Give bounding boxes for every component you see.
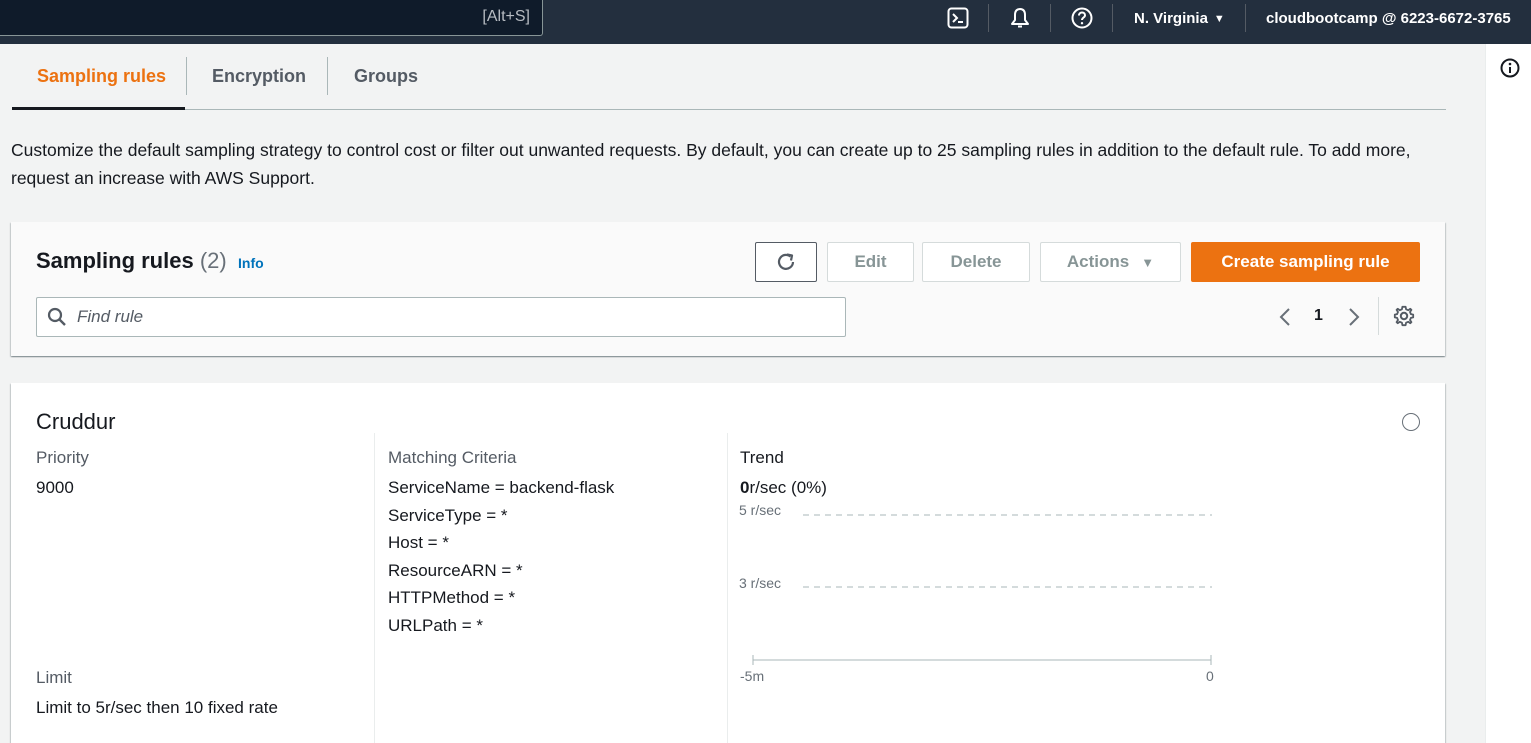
region-selector[interactable]: N. Virginia ▼ xyxy=(1134,10,1225,27)
find-rule-input[interactable] xyxy=(77,306,827,328)
trend-label: Trend xyxy=(740,448,784,467)
column-divider xyxy=(374,433,375,743)
info-link[interactable]: Info xyxy=(238,255,264,271)
region-label: N. Virginia xyxy=(1134,10,1208,27)
cloudshell-icon[interactable] xyxy=(946,6,970,30)
nav-divider xyxy=(1245,4,1246,32)
rule-card: Cruddur Priority 9000 Limit Limit to 5r/… xyxy=(11,383,1445,743)
delete-button[interactable]: Delete xyxy=(922,242,1030,282)
priority-value: 9000 xyxy=(36,478,74,497)
y-tick-label: 3 r/sec xyxy=(739,575,781,591)
limit-label: Limit xyxy=(36,668,72,687)
pager-divider xyxy=(1378,297,1379,335)
criteria-label: Matching Criteria xyxy=(388,448,517,467)
tools-panel xyxy=(1485,44,1531,743)
search-icon xyxy=(47,307,66,326)
x-tick-label: -5m xyxy=(740,668,764,684)
trend-value: 0r/sec (0%) xyxy=(740,478,827,498)
info-icon[interactable] xyxy=(1500,58,1520,78)
tab-encryption[interactable]: Encryption xyxy=(212,66,306,87)
criteria-item: Host = * xyxy=(388,533,449,552)
gear-icon[interactable] xyxy=(1393,305,1415,327)
caret-down-icon: ▼ xyxy=(1141,254,1155,270)
title-text: Sampling rules xyxy=(36,248,194,273)
chevron-left-icon[interactable] xyxy=(1277,306,1293,328)
limit-value: Limit to 5r/sec then 10 fixed rate xyxy=(36,698,278,717)
tab-divider xyxy=(327,57,328,95)
criteria-item: ResourceARN = * xyxy=(388,561,523,580)
edit-button[interactable]: Edit xyxy=(827,242,914,282)
tab-groups[interactable]: Groups xyxy=(354,66,418,87)
criteria-item: URLPath = * xyxy=(388,616,483,635)
criteria-item: HTTPMethod = * xyxy=(388,588,516,607)
priority-label: Priority xyxy=(36,448,89,467)
nav-divider xyxy=(1112,4,1113,32)
page-description: Customize the default sampling strategy … xyxy=(11,140,1411,188)
criteria-item: ServiceName = backend-flask xyxy=(388,478,615,497)
sampling-rules-header: Sampling rules (2) Info Edit Delete Acti… xyxy=(11,222,1445,356)
help-icon[interactable] xyxy=(1070,6,1094,30)
create-sampling-rule-button[interactable]: Create sampling rule xyxy=(1191,242,1420,282)
top-navigation: [Alt+S] N. Virginia ▼ cloudbootcamp @ 622… xyxy=(0,0,1531,44)
account-menu[interactable]: cloudbootcamp @ 6223-6672-3765 xyxy=(1266,10,1511,27)
nav-divider xyxy=(988,4,989,32)
rules-count: (2) xyxy=(199,248,227,273)
account-label: cloudbootcamp @ 6223-6672-3765 xyxy=(1266,10,1511,27)
x-tick-label: 0 xyxy=(1206,668,1214,684)
global-search-input[interactable]: [Alt+S] xyxy=(0,0,543,36)
tab-divider xyxy=(186,57,187,95)
y-tick-label: 5 r/sec xyxy=(739,502,781,518)
nav-divider xyxy=(1050,4,1051,32)
current-page[interactable]: 1 xyxy=(1314,307,1323,325)
trend-value-unit: r/sec (0%) xyxy=(749,478,827,497)
actions-label: Actions xyxy=(1066,252,1130,271)
caret-down-icon: ▼ xyxy=(1213,13,1225,25)
trend-chart: 5 r/sec 3 r/sec -5m 0 xyxy=(739,502,1214,684)
rule-name: Cruddur xyxy=(36,409,116,434)
tab-sampling-rules[interactable]: Sampling rules xyxy=(37,66,166,87)
chevron-right-icon[interactable] xyxy=(1346,306,1362,328)
rule-select-radio[interactable] xyxy=(1402,413,1420,431)
actions-dropdown[interactable]: Actions ▼ xyxy=(1040,242,1181,282)
refresh-icon xyxy=(777,253,795,270)
search-shortcut-hint: [Alt+S] xyxy=(482,8,530,25)
bell-icon[interactable] xyxy=(1008,6,1032,30)
sampling-rules-title: Sampling rules (2) xyxy=(36,248,227,274)
tab-list: Sampling rules Encryption Groups xyxy=(12,44,1446,110)
find-rule-field[interactable] xyxy=(36,297,846,337)
refresh-button[interactable] xyxy=(755,242,817,282)
active-tab-indicator xyxy=(12,107,185,110)
criteria-item: ServiceType = * xyxy=(388,506,508,525)
